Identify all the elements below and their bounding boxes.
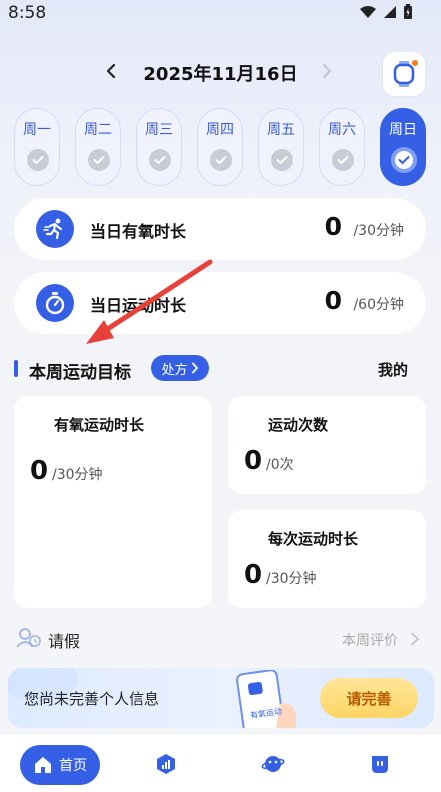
annotation-arrow [86, 259, 213, 344]
